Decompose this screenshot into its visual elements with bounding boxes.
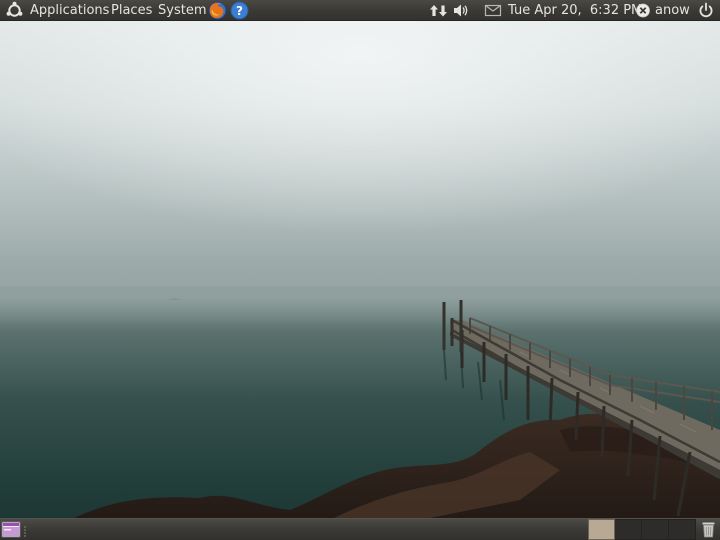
bottom-panel: [0, 518, 720, 540]
workspace-4[interactable]: [669, 519, 696, 540]
menu-applications[interactable]: Applications: [30, 0, 109, 21]
show-desktop-icon[interactable]: [1, 521, 21, 538]
firefox-icon[interactable]: [207, 0, 228, 21]
trash-icon[interactable]: [699, 520, 718, 539]
offline-status-icon[interactable]: [634, 0, 652, 21]
menu-places[interactable]: Places: [111, 0, 152, 21]
workspace-2[interactable]: [615, 519, 642, 540]
speaker-icon[interactable]: [452, 0, 470, 21]
network-updown-icon[interactable]: [429, 0, 449, 21]
svg-text:?: ?: [236, 4, 243, 18]
clock[interactable]: Tue Apr 20, 6:32 PM: [508, 0, 642, 21]
power-icon[interactable]: [696, 0, 716, 21]
ubuntu-logo-icon[interactable]: [4, 0, 25, 21]
desktop-wallpaper: [0, 0, 720, 540]
menu-system[interactable]: System: [158, 0, 206, 21]
help-icon[interactable]: ?: [229, 0, 250, 21]
top-panel: Applications Places System ? Tue Apr 20,…: [0, 0, 720, 21]
workspace-3[interactable]: [642, 519, 669, 540]
workspace-switcher: [588, 519, 696, 540]
panel-drag-handle[interactable]: [23, 523, 27, 537]
user-name[interactable]: anow: [655, 0, 690, 21]
desktop-screen: Applications Places System ? Tue Apr 20,…: [0, 0, 720, 540]
envelope-icon[interactable]: [484, 0, 502, 21]
workspace-1[interactable]: [588, 519, 615, 540]
